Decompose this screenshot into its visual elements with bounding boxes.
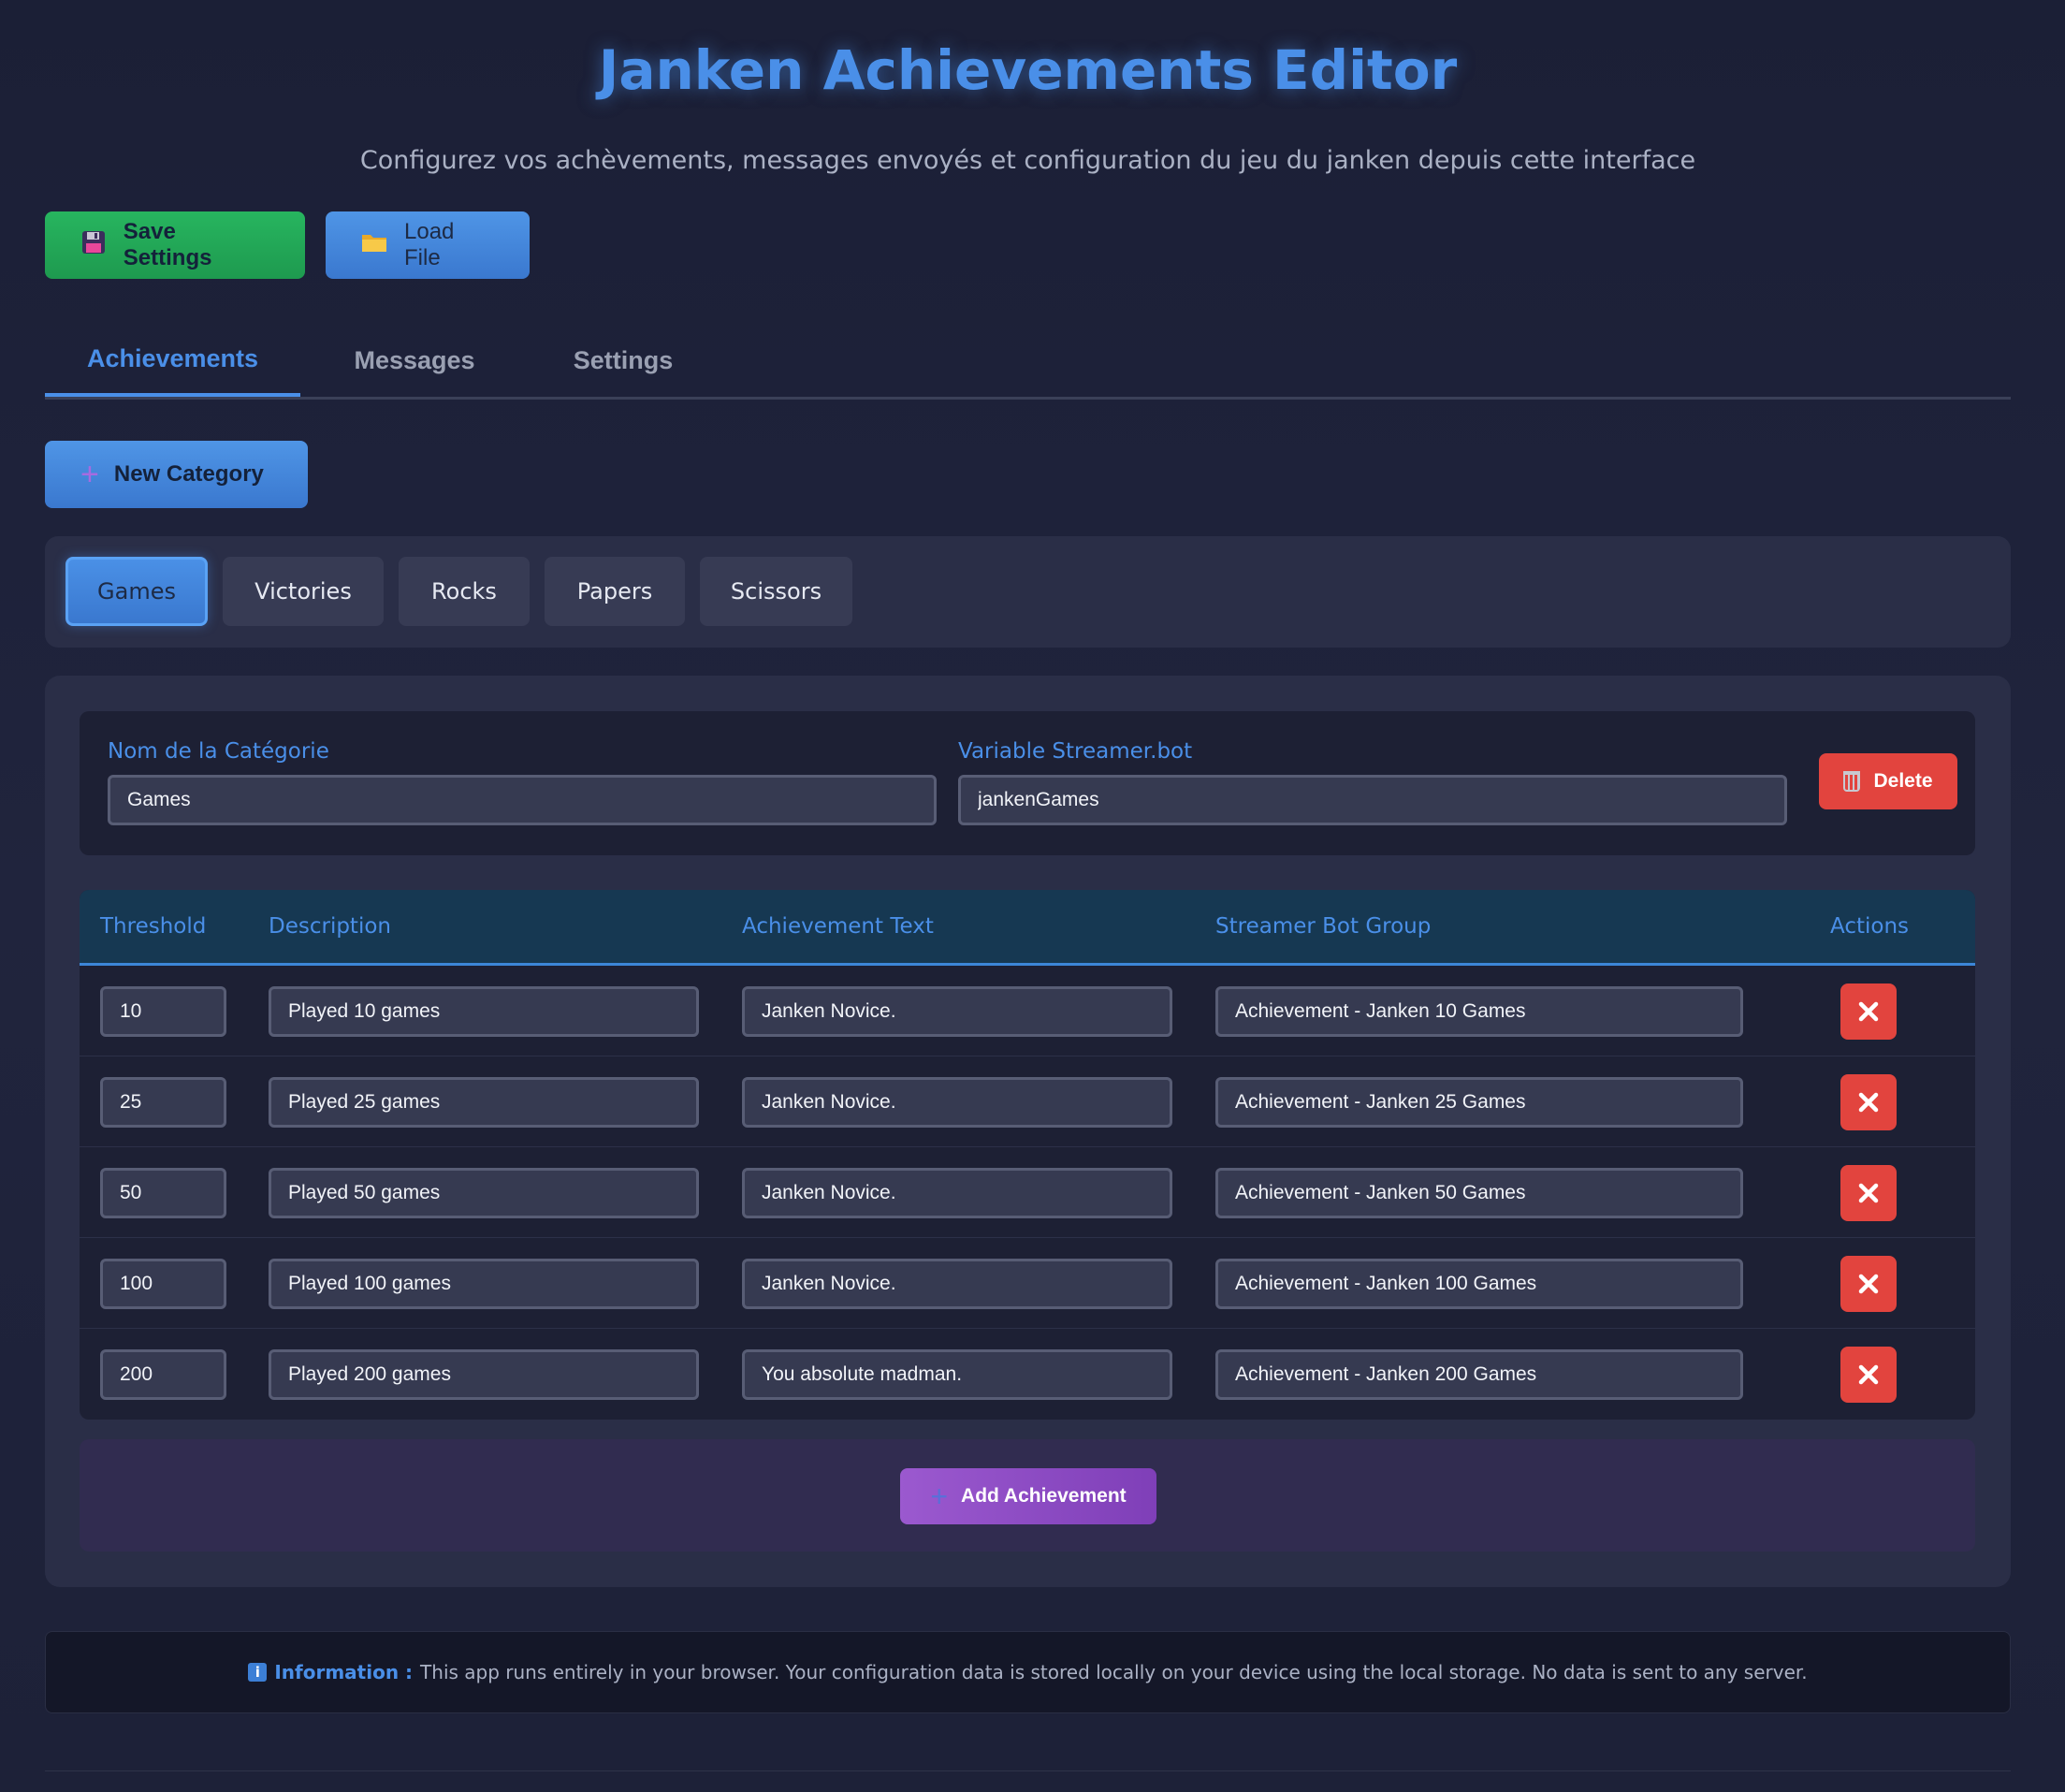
header-streamer-bot-group: Streamer Bot Group <box>1215 914 1432 939</box>
table-header: Threshold Description Achievement Text S… <box>80 890 1975 966</box>
folder-icon <box>361 231 387 260</box>
tab-settings[interactable]: Settings <box>529 324 718 397</box>
info-icon: i <box>248 1663 268 1682</box>
category-pill-scissors[interactable]: Scissors <box>700 557 852 626</box>
table-row <box>80 1147 1975 1238</box>
floppy-disk-icon <box>80 230 107 261</box>
tab-messages[interactable]: Messages <box>300 324 529 397</box>
header-threshold: Threshold <box>100 914 207 939</box>
delete-label: Delete <box>1873 770 1933 792</box>
delete-row-button[interactable] <box>1840 1256 1897 1312</box>
achievement-text-input[interactable] <box>742 1077 1172 1128</box>
category-editor: Nom de la Catégorie Variable Streamer.bo… <box>45 676 2011 1587</box>
streamer-bot-group-input[interactable] <box>1215 1259 1743 1309</box>
description-input[interactable] <box>269 1259 699 1309</box>
threshold-input[interactable] <box>100 1349 226 1400</box>
plus-icon: + <box>930 1479 949 1513</box>
achievements-table: Threshold Description Achievement Text S… <box>80 890 1975 1420</box>
new-category-label: New Category <box>113 461 264 487</box>
threshold-input[interactable] <box>100 1168 226 1218</box>
delete-row-button[interactable] <box>1840 1347 1897 1403</box>
achievement-text-input[interactable] <box>742 1259 1172 1309</box>
close-icon <box>1858 1274 1879 1294</box>
delete-category-button[interactable]: Delete <box>1819 753 1957 809</box>
load-file-button[interactable]: Load File <box>326 211 530 279</box>
streamer-bot-group-input[interactable] <box>1215 1077 1743 1128</box>
category-name-label: Nom de la Catégorie <box>108 739 329 764</box>
footer-divider <box>45 1770 2011 1771</box>
delete-row-button[interactable] <box>1840 1074 1897 1130</box>
tab-achievements[interactable]: Achievements <box>45 324 300 397</box>
add-achievement-label: Add Achievement <box>961 1485 1127 1507</box>
trash-icon <box>1843 771 1861 792</box>
threshold-input[interactable] <box>100 1077 226 1128</box>
category-form: Nom de la Catégorie Variable Streamer.bo… <box>80 711 1975 855</box>
category-pill-papers[interactable]: Papers <box>545 557 685 626</box>
description-input[interactable] <box>269 986 699 1037</box>
threshold-input[interactable] <box>100 1259 226 1309</box>
header-achievement-text: Achievement Text <box>742 914 934 939</box>
info-text: This app runs entirely in your browser. … <box>420 1661 1808 1683</box>
plus-icon: + <box>80 457 99 492</box>
table-row <box>80 966 1975 1056</box>
main-tabs: Achievements Messages Settings <box>45 324 2011 400</box>
info-label: Information : <box>274 1661 414 1683</box>
achievement-text-input[interactable] <box>742 1168 1172 1218</box>
threshold-input[interactable] <box>100 986 226 1037</box>
delete-row-button[interactable] <box>1840 1165 1897 1221</box>
category-selector: Games Victories Rocks Papers Scissors <box>45 536 2011 648</box>
header-description: Description <box>269 914 391 939</box>
page-subtitle: Configurez vos achèvements, messages env… <box>359 146 1696 175</box>
close-icon <box>1858 1001 1879 1022</box>
load-file-label: Load File <box>404 219 455 270</box>
description-input[interactable] <box>269 1349 699 1400</box>
streamerbot-variable-input[interactable] <box>958 775 1787 825</box>
save-settings-button[interactable]: Save Settings <box>45 211 305 279</box>
streamerbot-variable-label: Variable Streamer.bot <box>958 739 1193 764</box>
category-pill-rocks[interactable]: Rocks <box>399 557 530 626</box>
header-actions: Actions <box>1830 914 1910 939</box>
page-title: Janken Achievements Editor <box>598 38 1458 102</box>
description-input[interactable] <box>269 1077 699 1128</box>
add-achievement-button[interactable]: + Add Achievement <box>900 1468 1156 1524</box>
table-body <box>80 966 1975 1420</box>
delete-row-button[interactable] <box>1840 983 1897 1040</box>
description-input[interactable] <box>269 1168 699 1218</box>
close-icon <box>1858 1183 1879 1203</box>
info-notice: i Information : This app runs entirely i… <box>45 1631 2011 1713</box>
app-root: Janken Achievements Editor Configurez vo… <box>45 0 2011 1771</box>
close-icon <box>1858 1364 1879 1385</box>
category-pill-games[interactable]: Games <box>65 557 208 626</box>
achievement-text-input[interactable] <box>742 986 1172 1037</box>
add-achievement-panel: + Add Achievement <box>80 1439 1975 1552</box>
streamer-bot-group-input[interactable] <box>1215 1349 1743 1400</box>
streamer-bot-group-input[interactable] <box>1215 986 1743 1037</box>
streamer-bot-group-input[interactable] <box>1215 1168 1743 1218</box>
category-pill-victories[interactable]: Victories <box>223 557 384 626</box>
table-row <box>80 1329 1975 1420</box>
achievement-text-input[interactable] <box>742 1349 1172 1400</box>
save-settings-label: Save Settings <box>123 219 212 270</box>
category-name-input[interactable] <box>108 775 937 825</box>
new-category-button[interactable]: + New Category <box>45 441 308 508</box>
toolbar: Save Settings Load File <box>45 211 530 279</box>
close-icon <box>1858 1092 1879 1113</box>
table-row <box>80 1238 1975 1329</box>
table-row <box>80 1056 1975 1147</box>
